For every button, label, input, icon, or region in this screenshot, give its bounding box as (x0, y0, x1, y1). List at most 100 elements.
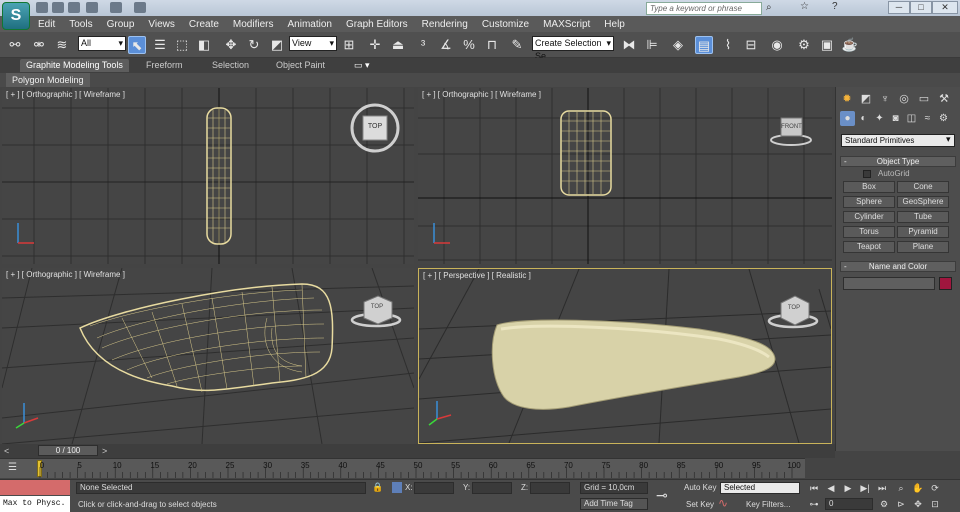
undo-icon[interactable] (86, 2, 98, 13)
viewcube-face-label[interactable]: TOP (783, 305, 805, 311)
viewcube-front[interactable] (770, 117, 812, 146)
maximize-button[interactable]: □ (910, 1, 932, 14)
schematic-view-icon[interactable]: ⊟ (742, 36, 760, 54)
layer-manager-icon[interactable]: ◈ (669, 36, 687, 54)
torus-button[interactable]: Torus (843, 226, 895, 238)
window-crossing-icon[interactable]: ◧ (195, 36, 213, 54)
absolute-mode-icon[interactable] (392, 482, 402, 493)
menu-rendering[interactable]: Rendering (422, 19, 468, 30)
shapes-icon[interactable]: ◐ (856, 111, 871, 126)
viewcube-face-label[interactable]: TOP (365, 123, 385, 130)
cone-button[interactable]: Cone (897, 181, 949, 193)
viewport-label[interactable]: [ + ] [ Orthographic ] [ Wireframe ] (422, 90, 541, 99)
keyboard-shortcut-icon[interactable]: ⏏ (389, 36, 407, 54)
scale-icon[interactable]: ◩ (268, 36, 286, 54)
save-file-icon[interactable] (68, 2, 80, 13)
menu-graph-editors[interactable]: Graph Editors (346, 19, 408, 30)
current-frame-input[interactable]: 0 (825, 498, 873, 510)
align-icon[interactable]: ⊫ (643, 36, 661, 54)
set-key-mode-icon[interactable]: ⊸ (656, 487, 668, 504)
tab-freeform[interactable]: Freeform (140, 59, 189, 72)
lock-selection-icon[interactable]: 🔒 (372, 482, 383, 493)
angle-snap-icon[interactable]: ∡ (437, 36, 455, 54)
name-and-color-rollout[interactable]: - Name and Color (840, 261, 956, 272)
menu-tools[interactable]: Tools (69, 19, 92, 30)
cameras-icon[interactable]: ◙ (888, 111, 903, 126)
menu-create[interactable]: Create (189, 19, 219, 30)
cylinder-button[interactable]: Cylinder (843, 211, 895, 223)
modify-tab-icon[interactable]: ◩ (858, 91, 874, 107)
sphere-button[interactable]: Sphere (843, 196, 895, 208)
maximize-viewport-icon[interactable]: ⊡ (929, 498, 941, 510)
plane-button[interactable]: Plane (897, 241, 949, 253)
menu-modifiers[interactable]: Modifiers (233, 19, 274, 30)
orbit-icon[interactable]: ⟳ (929, 482, 941, 494)
auto-key-button[interactable]: Auto Key (684, 483, 716, 492)
prev-key-icon[interactable]: ◀ (825, 482, 837, 494)
edit-named-selection-icon[interactable]: ✎ (508, 36, 526, 54)
key-mode-select[interactable]: Selected (720, 482, 800, 494)
star-icon[interactable]: ☆ (800, 1, 814, 13)
display-tab-icon[interactable]: ▭ (916, 91, 932, 107)
link-icon[interactable]: ⚯ (6, 36, 24, 54)
box-button[interactable]: Box (843, 181, 895, 193)
close-button[interactable]: ✕ (932, 1, 958, 14)
app-logo[interactable]: S (2, 2, 30, 30)
autogrid-checkbox[interactable] (863, 170, 871, 178)
selection-filter-select[interactable]: All (78, 36, 126, 51)
pivot-center-icon[interactable]: ⊞ (340, 36, 358, 54)
bind-space-warp-icon[interactable]: ≋ (53, 36, 71, 54)
goto-end-icon[interactable]: ⏭ (876, 482, 888, 494)
tab-object-paint[interactable]: Object Paint (270, 59, 331, 72)
search-input[interactable]: Type a keyword or phrase (646, 2, 762, 15)
graphite-ribbon-icon[interactable]: ▤ (695, 36, 713, 54)
hierarchy-tab-icon[interactable]: ♆ (877, 91, 893, 107)
y-coordinate-input[interactable] (472, 482, 512, 494)
primitives-dropdown[interactable]: Standard Primitives (841, 134, 955, 147)
tab-selection[interactable]: Selection (206, 59, 255, 72)
teapot-button[interactable]: Teapot (843, 241, 895, 253)
render-setup-icon[interactable]: ⚙ (795, 36, 813, 54)
viewport-bottom-left[interactable]: [ + ] [ Orthographic ] [ Wireframe ] TOP (2, 268, 414, 444)
geometry-icon[interactable]: ● (840, 111, 855, 126)
menu-help[interactable]: Help (604, 19, 625, 30)
key-mode-toggle-icon[interactable]: ⊶ (808, 498, 820, 510)
unlink-icon[interactable]: ⚮ (30, 36, 48, 54)
move-icon[interactable]: ✥ (222, 36, 240, 54)
geosphere-button[interactable]: GeoSphere (897, 196, 949, 208)
viewport-label[interactable]: [ + ] [ Perspective ] [ Realistic ] (423, 271, 531, 280)
add-time-tag-button[interactable]: Add Time Tag (580, 498, 648, 510)
reference-coordinate-select[interactable]: View (289, 36, 337, 51)
menu-edit[interactable]: Edit (38, 19, 55, 30)
minimize-button[interactable]: ─ (888, 1, 910, 14)
object-name-input[interactable] (843, 277, 935, 290)
systems-icon[interactable]: ⚙ (936, 111, 951, 126)
viewport-label[interactable]: [ + ] [ Orthographic ] [ Wireframe ] (6, 270, 125, 279)
project-folder-icon[interactable] (134, 2, 146, 13)
utilities-tab-icon[interactable]: ⚒ (936, 91, 952, 107)
zoom-icon[interactable]: ⌕ (895, 482, 907, 494)
time-slider[interactable]: 0 / 100 (38, 445, 98, 456)
percent-snap-icon[interactable]: % (460, 36, 478, 54)
mirror-icon[interactable]: ⧓ (620, 36, 638, 54)
named-selection-set-select[interactable]: Create Selection Se (532, 36, 614, 61)
pyramid-button[interactable]: Pyramid (897, 226, 949, 238)
open-file-icon[interactable] (52, 2, 64, 13)
next-key-icon[interactable]: ▶| (859, 482, 871, 494)
fov-icon[interactable]: ⊳ (895, 498, 907, 510)
render-production-icon[interactable]: ☕ (841, 36, 859, 54)
x-coordinate-input[interactable] (414, 482, 454, 494)
menu-group[interactable]: Group (107, 19, 135, 30)
wireframe-object-front[interactable] (560, 110, 612, 196)
curve-editor-icon[interactable]: ⌇ (719, 36, 737, 54)
viewport-label[interactable]: [ + ] [ Orthographic ] [ Wireframe ] (6, 90, 125, 99)
new-file-icon[interactable] (36, 2, 48, 13)
pan-icon[interactable]: ✋ (912, 482, 924, 494)
walk-through-icon[interactable]: ✥ (912, 498, 924, 510)
helpers-icon[interactable]: ◫ (904, 111, 919, 126)
spinner-snap-icon[interactable]: ⊓ (483, 36, 501, 54)
goto-start-icon[interactable]: ⏮ (808, 482, 820, 494)
key-icon[interactable]: ∿ (718, 496, 728, 510)
shaded-object-perspective[interactable] (491, 319, 776, 410)
manipulate-icon[interactable]: ✛ (366, 36, 384, 54)
